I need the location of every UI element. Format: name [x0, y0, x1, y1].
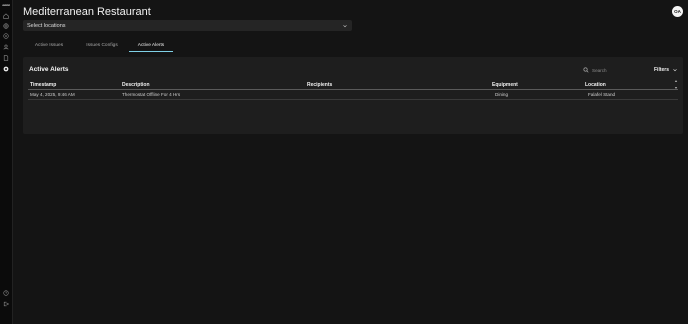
location-select[interactable]: Select locations: [23, 20, 352, 31]
cell-location: Falafel Stand: [588, 92, 616, 97]
alerts-icon[interactable]: [3, 66, 9, 72]
document-icon[interactable]: [3, 55, 9, 61]
alerts-table: Timestamp Description Recipients Equipme…: [28, 81, 678, 100]
cell-equipment: Dining: [495, 92, 509, 97]
search-icon: [583, 67, 589, 73]
globe-icon[interactable]: [3, 23, 9, 29]
table-header: Timestamp Description Recipients Equipme…: [28, 81, 678, 90]
sidebar-rail: omni: [0, 0, 13, 324]
search-input[interactable]: Search: [592, 68, 607, 73]
filters-button[interactable]: Filters: [654, 66, 678, 74]
active-alerts-card: Active Alerts Search Filters Timestamp D…: [23, 57, 683, 134]
tab-active-issues[interactable]: Active Issues: [23, 38, 75, 52]
cell-description: Thermostat Offline For 4 Hrs: [122, 92, 181, 97]
column-header-location[interactable]: Location: [585, 81, 606, 89]
app-logo[interactable]: omni: [1, 3, 11, 7]
user-icon[interactable]: [3, 44, 9, 50]
tab-active-alerts[interactable]: Active Alerts: [129, 38, 173, 52]
location-select-placeholder: Select locations: [27, 22, 66, 29]
card-title: Active Alerts: [29, 66, 69, 73]
help-icon[interactable]: [3, 290, 9, 296]
user-avatar[interactable]: OA: [672, 6, 683, 17]
table-row[interactable]: May 4, 2025, 9:46 AM Thermostat Offline …: [28, 90, 678, 100]
column-header-description[interactable]: Description: [122, 81, 150, 89]
search-box[interactable]: Search: [583, 66, 643, 74]
cell-timestamp: May 4, 2025, 9:46 AM: [30, 92, 75, 97]
filters-label: Filters: [654, 67, 670, 73]
column-header-recipients[interactable]: Recipients: [307, 81, 332, 89]
column-header-timestamp[interactable]: Timestamp: [30, 81, 56, 89]
home-icon[interactable]: [3, 13, 9, 19]
chevron-down-icon: [673, 69, 677, 72]
tab-label: Active Issues: [34, 42, 64, 48]
column-header-equipment[interactable]: Equipment: [492, 81, 518, 89]
active-tab-indicator: [129, 50, 173, 52]
chevron-down-icon: [343, 24, 347, 27]
logout-icon[interactable]: [3, 301, 9, 307]
settings-icon[interactable]: [3, 33, 9, 39]
page-title: Mediterranean Restaurant: [23, 6, 151, 18]
tab-label: Active Alerts: [137, 42, 165, 48]
tab-issues-configs[interactable]: Issues Configs: [75, 38, 129, 52]
tab-label: Issues Configs: [86, 42, 118, 48]
